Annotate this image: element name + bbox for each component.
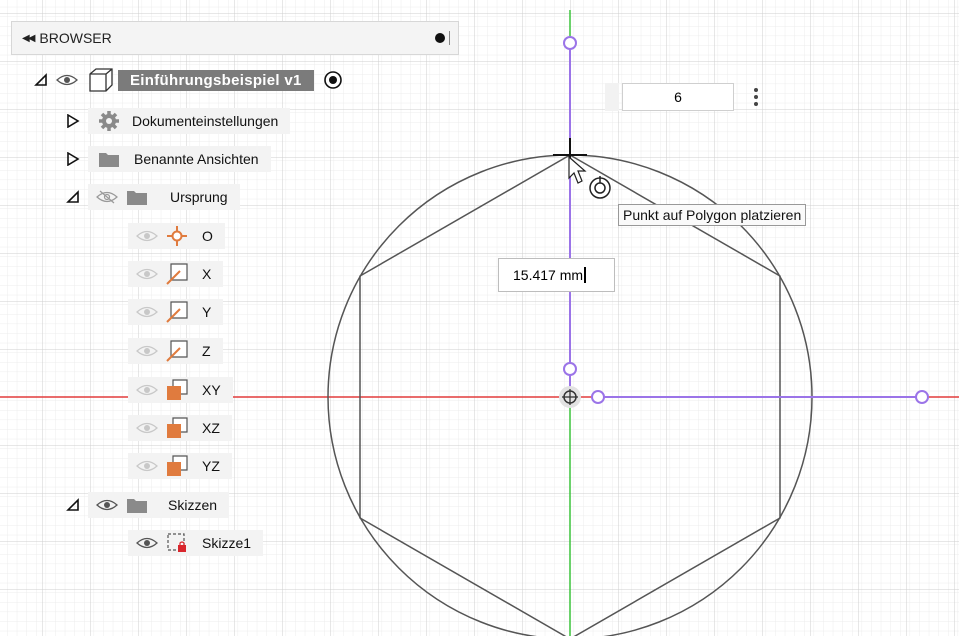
visibility-eye-icon[interactable] [136, 536, 158, 550]
more-options-button[interactable] [742, 83, 770, 111]
polygon-sides-value: 6 [674, 89, 682, 105]
origin-point-icon [167, 226, 187, 246]
browser-item-label: Skizzen [168, 497, 218, 513]
browser-item-label: Ursprung [170, 189, 228, 205]
dimension-value: 15.417 mm [513, 267, 584, 283]
plane-icon [167, 417, 188, 438]
more-vertical-icon [754, 88, 758, 106]
constraint-point-top[interactable] [563, 36, 577, 50]
browser-root-row[interactable]: Einführungsbeispiel v1 [34, 67, 344, 93]
hidden-visibility-eye-icon[interactable] [136, 305, 158, 319]
browser-item-label: Dokumenteinstellungen [132, 113, 279, 129]
browser-item-ursprung[interactable]: Ursprung [66, 184, 240, 210]
hidden-visibility-eye-icon[interactable] [136, 344, 158, 358]
expanded-triangle-icon[interactable] [34, 73, 48, 87]
browser-title: BROWSER [39, 30, 112, 46]
center-point-icon[interactable] [559, 386, 581, 408]
axis-icon [166, 263, 188, 285]
hidden-visibility-eye-icon[interactable] [136, 421, 158, 435]
pin-panel-icon[interactable] [435, 33, 445, 43]
active-radio-icon[interactable] [322, 69, 344, 91]
collapsed-triangle-icon[interactable] [66, 152, 80, 166]
browser-item-plane-xy[interactable]: XY [128, 377, 233, 403]
tooltip: Punkt auf Polygon platzieren [618, 204, 807, 226]
browser-item-origin-o[interactable]: O [128, 223, 225, 249]
plane-icon [167, 379, 188, 400]
constraint-point-right-far[interactable] [915, 390, 929, 404]
axis-icon [166, 301, 188, 323]
browser-item-axis-x[interactable]: X [128, 261, 224, 287]
constraint-point-right-near[interactable] [591, 390, 605, 404]
input-drag-grip[interactable] [605, 83, 619, 111]
hidden-eye-icon[interactable] [96, 190, 118, 204]
hidden-visibility-eye-icon[interactable] [136, 383, 158, 397]
polygon-sides-input[interactable]: 6 [622, 83, 734, 111]
tooltip-text: Punkt auf Polygon platzieren [623, 207, 802, 223]
text-caret [584, 267, 587, 283]
browser-item-label: Z [202, 343, 211, 359]
plane-icon [167, 455, 188, 476]
browser-item-axis-y[interactable]: Y [128, 299, 224, 325]
dimension-input[interactable]: 15.417 mm [498, 258, 615, 292]
collapse-panel-icon[interactable]: ◀◀ [22, 33, 35, 44]
folder-icon [127, 499, 147, 513]
browser-item-label: YZ [202, 458, 220, 474]
hidden-visibility-eye-icon[interactable] [136, 267, 158, 281]
resize-handle-icon[interactable] [449, 31, 450, 45]
browser-item-label: O [202, 228, 213, 244]
browser-item-label: Y [202, 304, 212, 320]
hidden-visibility-eye-icon[interactable] [136, 229, 158, 243]
hidden-visibility-eye-icon[interactable] [136, 459, 158, 473]
visibility-eye-icon[interactable] [56, 73, 78, 87]
constraint-point-mid[interactable] [563, 362, 577, 376]
browser-panel-header: ◀◀ BROWSER [11, 21, 459, 55]
browser-item-skizze1[interactable]: Skizze1 [128, 530, 264, 556]
browser-item-label: XZ [202, 420, 220, 436]
expanded-triangle-icon[interactable] [66, 190, 80, 204]
browser-item-plane-xz[interactable]: XZ [128, 415, 232, 441]
browser-item-axis-z[interactable]: Z [128, 338, 223, 364]
expanded-triangle-icon[interactable] [66, 498, 80, 512]
collapsed-triangle-icon[interactable] [66, 114, 80, 128]
browser-item-skizzen[interactable]: Skizzen [66, 492, 230, 518]
root-component-label: Einführungsbeispiel v1 [118, 69, 314, 91]
axis-icon [166, 340, 188, 362]
folder-icon [99, 153, 119, 167]
browser-item-label: X [202, 266, 212, 282]
browser-item-label: Skizze1 [202, 535, 252, 551]
folder-icon [127, 191, 147, 205]
browser-item-label: XY [202, 382, 221, 398]
browser-item-label: Benannte Ansichten [134, 151, 259, 167]
browser-item-plane-yz[interactable]: YZ [128, 453, 232, 479]
gear-icon [99, 111, 119, 131]
browser-item-benannte-ansichten[interactable]: Benannte Ansichten [66, 146, 271, 172]
component-box-icon [89, 68, 113, 92]
browser-item-dokumenteinstellungen[interactable]: Dokumenteinstellungen [66, 108, 291, 134]
sketch-icon [167, 533, 186, 552]
visibility-eye-icon[interactable] [96, 498, 118, 512]
